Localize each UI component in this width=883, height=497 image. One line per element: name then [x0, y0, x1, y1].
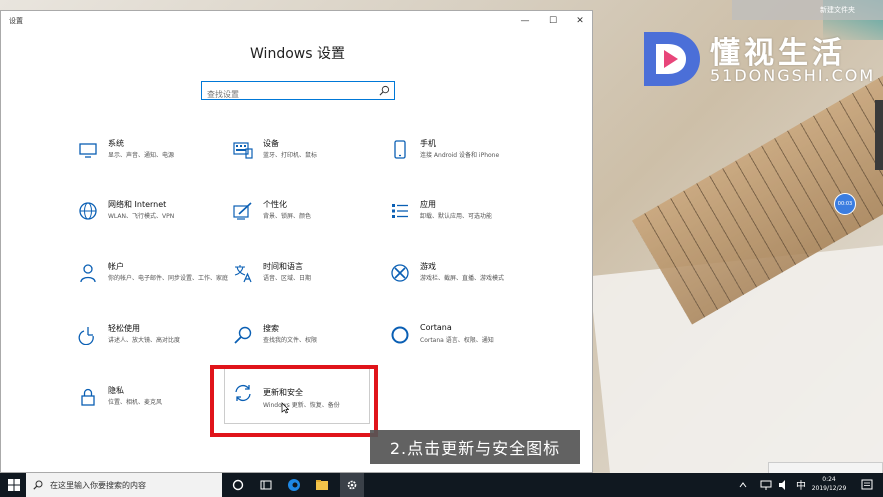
- svg-text:中: 中: [796, 479, 806, 492]
- tile-phone[interactable]: 手机 连接 Android 设备和 iPhone: [390, 138, 540, 184]
- tile-cortana[interactable]: Cortana Cortana 语言、权限、通知: [390, 323, 540, 369]
- tile-desc: 查找我的文件、权限: [263, 337, 318, 344]
- edge-browser-icon[interactable]: [287, 478, 301, 492]
- search-box[interactable]: [201, 81, 395, 103]
- timer-badge: 00:03: [834, 193, 856, 215]
- clock-time: 0:24: [822, 476, 836, 483]
- tile-name: 时间和语言: [263, 262, 303, 271]
- tile-network[interactable]: 网络和 Internet WLAN、飞行模式、VPN: [78, 199, 228, 245]
- tile-desc: 你的帐户、电子邮件、同步设置、工作、家庭: [108, 275, 229, 282]
- windows-start-icon[interactable]: [8, 479, 20, 491]
- tile-name: 设备: [263, 139, 279, 148]
- new-folder-label[interactable]: 新建文件夹: [732, 0, 883, 20]
- tile-desc: 连接 Android 设备和 iPhone: [420, 152, 500, 159]
- clock-date: 2019/12/29: [811, 485, 847, 492]
- file-explorer-icon[interactable]: [315, 478, 329, 492]
- apps-list-icon: [392, 204, 408, 218]
- logo-mark-icon: [644, 32, 700, 86]
- tile-name: 个性化: [263, 200, 287, 209]
- tile-desc: 蓝牙、打印机、鼠标: [263, 152, 318, 159]
- network-icon[interactable]: [760, 478, 772, 492]
- cortana-taskbar-icon[interactable]: [231, 478, 245, 492]
- tile-search[interactable]: 搜索 查找我的文件、权限: [233, 323, 383, 369]
- tile-apps[interactable]: 应用 卸载、默认应用、可选功能: [390, 199, 540, 245]
- ime-language-icon[interactable]: 中: [795, 478, 807, 492]
- logo-url: 51DONGSHI.COM: [710, 66, 876, 85]
- keyboard-icon: [233, 142, 253, 159]
- globe-icon: [79, 202, 97, 220]
- tile-name: Cortana: [420, 323, 452, 332]
- taskbar-search-box[interactable]: 在这里输入你要搜索的内容: [26, 473, 222, 497]
- notification-icon[interactable]: [861, 478, 873, 492]
- task-view-icon[interactable]: [259, 478, 273, 492]
- maximize-button[interactable]: ☐: [545, 14, 561, 28]
- mouse-cursor-icon: [281, 402, 289, 414]
- search-input[interactable]: [202, 86, 372, 103]
- watermark-logo: 懂视生活 51DONGSHI.COM: [638, 26, 878, 96]
- tile-name: 帐户: [108, 262, 124, 271]
- tile-desc: Cortana 语言、权限、通知: [420, 337, 494, 344]
- tile-name: 隐私: [108, 386, 124, 395]
- window-title: 设置: [9, 17, 23, 25]
- highlight-box: [210, 365, 378, 437]
- tile-name: 游戏: [420, 262, 436, 271]
- tile-ease-of-access[interactable]: 轻松使用 讲述人、放大镜、高对比度: [78, 323, 228, 369]
- instruction-caption: 2.点击更新与安全图标: [370, 430, 580, 464]
- taskbar: 在这里输入你要搜索的内容 中 0:24 2019/12/29: [0, 473, 883, 497]
- ease-of-access-icon: [78, 327, 94, 345]
- tile-name: 应用: [420, 200, 436, 209]
- volume-icon[interactable]: [778, 478, 790, 492]
- tile-accounts[interactable]: 帐户 你的帐户、电子邮件、同步设置、工作、家庭: [78, 261, 228, 307]
- tile-name: 网络和 Internet: [108, 200, 167, 209]
- xbox-icon: [391, 264, 409, 282]
- tile-gaming[interactable]: 游戏 游戏栏、截屏、直播、游戏模式: [390, 261, 540, 307]
- title-bar[interactable]: 设置 — ☐ ✕: [1, 11, 592, 31]
- taskbar-settings-button[interactable]: [340, 473, 364, 497]
- tile-desc: 卸载、默认应用、可选功能: [420, 213, 493, 220]
- search-icon: [33, 480, 43, 490]
- tile-time-language[interactable]: 时间和语言 语音、区域、日期: [233, 261, 383, 307]
- magnifier-icon: [234, 326, 252, 344]
- monitor-icon: [79, 143, 97, 158]
- gear-icon: [347, 480, 357, 490]
- tile-devices[interactable]: 设备 蓝牙、打印机、鼠标: [233, 138, 383, 184]
- paint-icon: [233, 202, 252, 220]
- user-icon: [80, 264, 96, 283]
- tile-desc: 背景、锁屏、颜色: [263, 213, 312, 220]
- phone-icon: [394, 140, 406, 159]
- tile-desc: WLAN、飞行模式、VPN: [108, 213, 175, 220]
- close-button[interactable]: ✕: [572, 14, 588, 28]
- tile-desc: 语音、区域、日期: [263, 275, 312, 282]
- taskbar-search-placeholder: 在这里输入你要搜索的内容: [50, 481, 146, 490]
- search-icon[interactable]: [379, 85, 390, 96]
- tile-name: 搜索: [263, 324, 279, 333]
- chevron-up-icon[interactable]: [738, 478, 748, 492]
- tile-personalization[interactable]: 个性化 背景、锁屏、颜色: [233, 199, 383, 245]
- tile-desc: 显示、声音、通知、电源: [108, 152, 175, 159]
- tile-privacy[interactable]: 隐私 位置、相机、麦克风: [78, 385, 228, 431]
- time-language-icon: [234, 265, 252, 283]
- desktop-decoration: [875, 100, 883, 170]
- tile-desc: 讲述人、放大镜、高对比度: [108, 337, 181, 344]
- tile-name: 系统: [108, 139, 124, 148]
- cortana-icon: [391, 326, 409, 344]
- system-clock[interactable]: 0:24 2019/12/29: [810, 475, 848, 493]
- tile-name: 手机: [420, 139, 436, 148]
- lock-icon: [81, 388, 95, 406]
- tile-desc: 游戏栏、截屏、直播、游戏模式: [420, 275, 505, 282]
- tile-system[interactable]: 系统 显示、声音、通知、电源: [78, 138, 228, 184]
- page-title: Windows 设置: [250, 46, 345, 62]
- tile-name: 轻松使用: [108, 324, 140, 333]
- minimize-button[interactable]: —: [517, 14, 533, 28]
